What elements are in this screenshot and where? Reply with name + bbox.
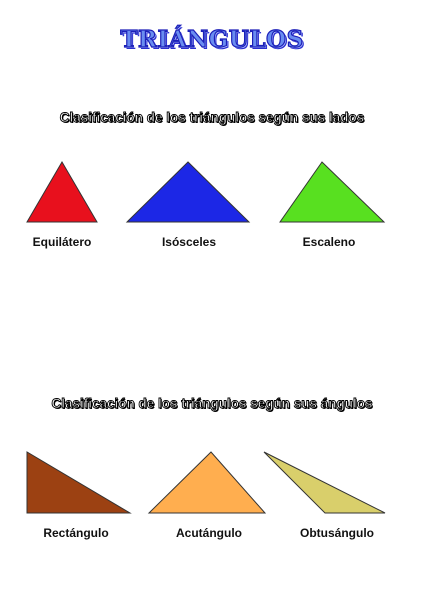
triangles-canvas	[26, 161, 386, 514]
label-acute: Acutángulo	[176, 526, 242, 540]
equilateral-triangle	[26, 161, 98, 223]
acute-triangle	[147, 451, 267, 514]
label-scalene: Escaleno	[302, 235, 356, 249]
section-heading-angles: Clasificación de los triángulos según su…	[51, 396, 373, 412]
right-triangle	[26, 451, 132, 514]
scalene-triangle	[279, 161, 386, 223]
label-isosceles: Isósceles	[161, 235, 217, 249]
label-obtuse: Obtusángulo	[300, 526, 374, 540]
label-equilateral: Equilátero	[32, 235, 92, 249]
isosceles-triangle	[125, 161, 251, 223]
obtuse-triangle	[263, 451, 386, 514]
label-right: Rectángulo	[43, 526, 109, 540]
